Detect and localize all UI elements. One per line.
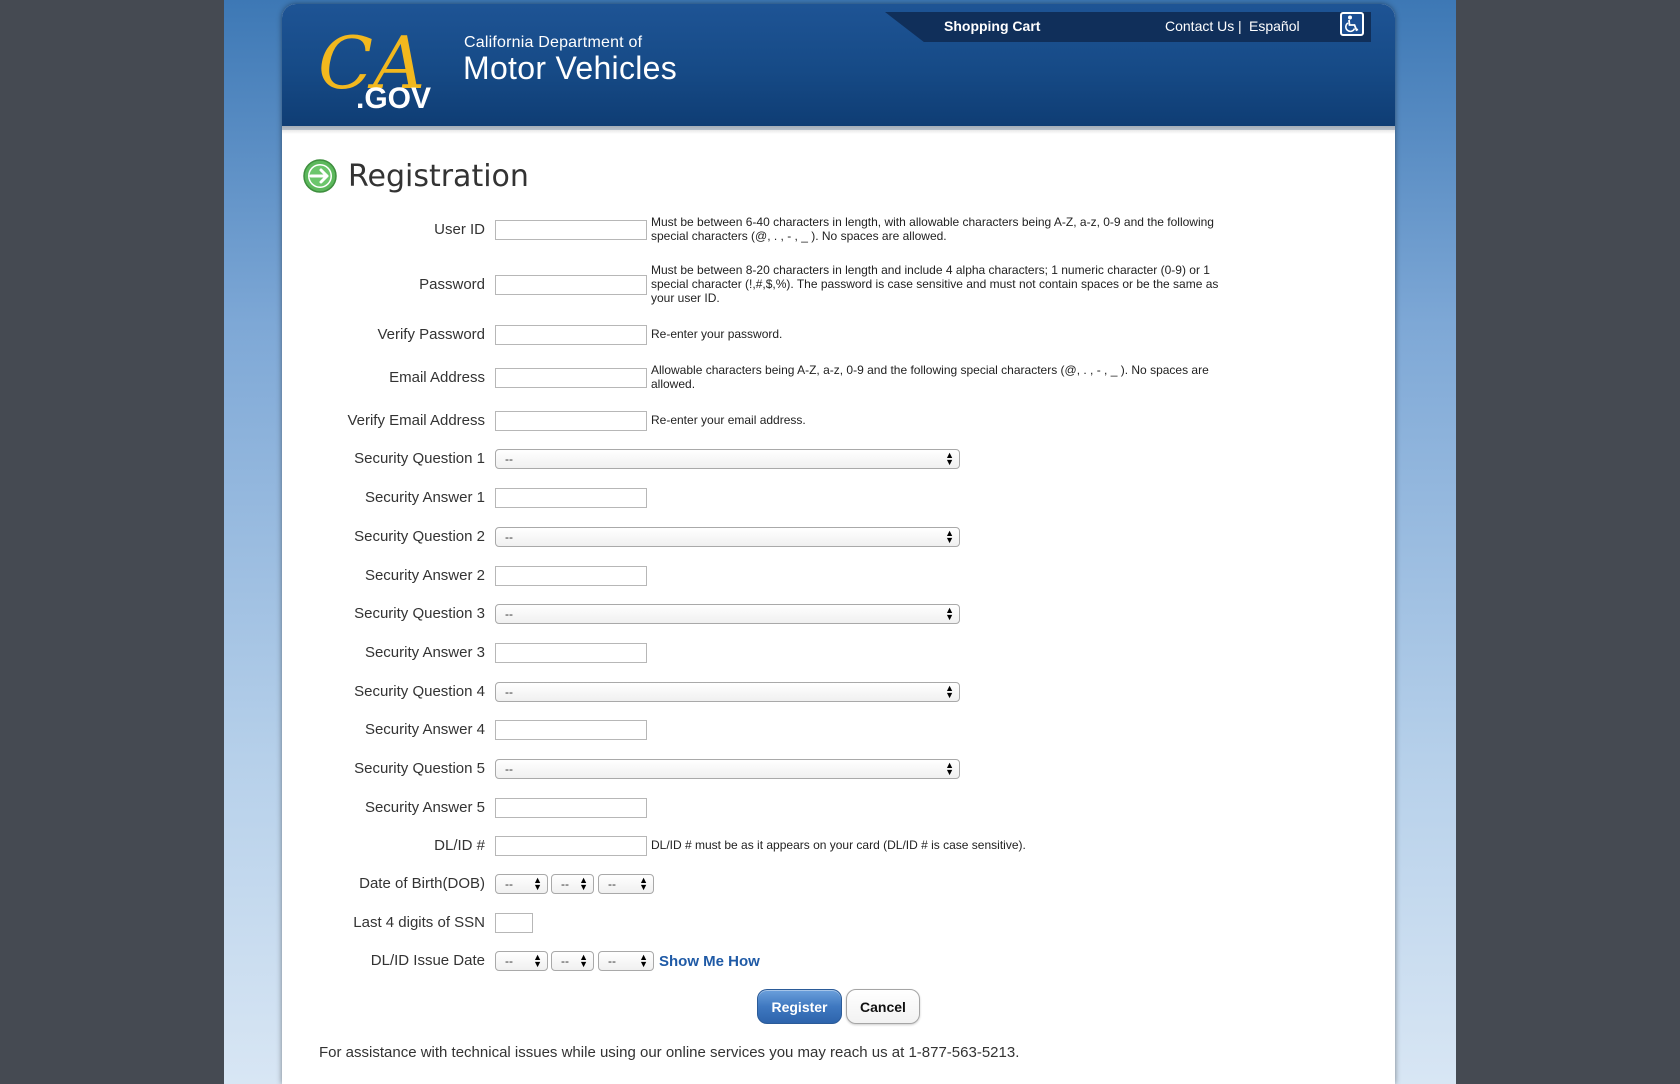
security-answer-1-label: Security Answer 1 xyxy=(364,489,485,506)
select-arrows-icon: ▲ ▼ xyxy=(533,875,542,892)
select-value: -- xyxy=(608,954,616,968)
select-arrows-icon: ▲ ▼ xyxy=(945,683,954,700)
security-question-3-label: Security Question 3 xyxy=(354,605,485,622)
select-arrows-icon: ▲ ▼ xyxy=(639,952,648,969)
security-question-3-select[interactable]: -- ▲ ▼ xyxy=(495,604,960,624)
show-me-how-link[interactable]: Show Me How xyxy=(659,953,760,970)
select-arrows-icon: ▲ ▼ xyxy=(945,605,954,622)
site-header: Shopping Cart Contact Us | Español CA .G… xyxy=(282,4,1395,134)
security-question-4-select[interactable]: -- ▲ ▼ xyxy=(495,682,960,702)
select-arrows-icon: ▲ ▼ xyxy=(579,875,588,892)
verify-password-input[interactable] xyxy=(495,325,647,345)
select-value: -- xyxy=(608,877,616,891)
page-title: Registration xyxy=(348,158,529,194)
email-hint: Allowable characters being A-Z, a-z, 0-9… xyxy=(651,363,1209,391)
page-title-row: Registration xyxy=(302,158,529,194)
email-label: Email Address xyxy=(389,369,485,386)
verify-email-hint: Re-enter your email address. xyxy=(651,413,806,427)
select-value: -- xyxy=(505,607,513,621)
assistance-text: For assistance with technical issues whi… xyxy=(319,1044,1020,1061)
shopping-cart-link[interactable]: Shopping Cart xyxy=(944,18,1040,34)
verify-email-label: Verify Email Address xyxy=(347,412,485,429)
select-arrows-icon: ▲ ▼ xyxy=(579,952,588,969)
security-answer-5-input[interactable] xyxy=(495,798,647,818)
select-value: -- xyxy=(505,877,513,891)
select-arrows-icon: ▲ ▼ xyxy=(945,450,954,467)
select-value: -- xyxy=(505,954,513,968)
green-arrow-icon xyxy=(302,158,338,194)
ca-gov-logo[interactable]: CA .GOV xyxy=(318,21,436,118)
security-answer-2-label: Security Answer 2 xyxy=(364,567,485,584)
verify-password-hint: Re-enter your password. xyxy=(651,327,783,341)
password-label: Password xyxy=(419,276,485,293)
nav-separator: | xyxy=(1238,18,1242,34)
select-value: -- xyxy=(561,954,569,968)
security-answer-3-label: Security Answer 3 xyxy=(364,644,485,661)
security-answer-1-input[interactable] xyxy=(495,488,647,508)
dob-label: Date of Birth(DOB) xyxy=(359,875,485,892)
security-answer-5-label: Security Answer 5 xyxy=(364,799,485,816)
verify-email-input[interactable] xyxy=(495,411,647,431)
security-answer-4-input[interactable] xyxy=(495,720,647,740)
dlid-input[interactable] xyxy=(495,836,647,856)
security-question-5-label: Security Question 5 xyxy=(354,760,485,777)
espanol-link[interactable]: Español xyxy=(1249,18,1300,34)
dlid-label: DL/ID # xyxy=(434,837,485,854)
select-value: -- xyxy=(505,762,513,776)
user-id-input[interactable] xyxy=(495,220,647,240)
select-arrows-icon: ▲ ▼ xyxy=(639,875,648,892)
security-answer-4-label: Security Answer 4 xyxy=(364,721,485,738)
verify-password-label: Verify Password xyxy=(377,326,485,343)
issue-date-label: DL/ID Issue Date xyxy=(370,952,485,969)
contact-us-link[interactable]: Contact Us xyxy=(1165,18,1234,34)
dob-day-select[interactable]: -- ▲ ▼ xyxy=(551,874,594,894)
security-question-5-select[interactable]: -- ▲ ▼ xyxy=(495,759,960,779)
dept-name-line2: Motor Vehicles xyxy=(463,50,678,86)
register-button[interactable]: Register xyxy=(757,989,842,1024)
security-answer-3-input[interactable] xyxy=(495,643,647,663)
security-question-1-select[interactable]: -- ▲ ▼ xyxy=(495,449,960,469)
issue-day-select[interactable]: -- ▲ ▼ xyxy=(551,951,594,971)
security-answer-2-input[interactable] xyxy=(495,566,647,586)
user-id-hint: Must be between 6-40 characters in lengt… xyxy=(651,215,1214,243)
ssn-input[interactable] xyxy=(495,913,533,933)
security-question-2-label: Security Question 2 xyxy=(354,528,485,545)
select-value: -- xyxy=(505,685,513,699)
dob-month-select[interactable]: -- ▲ ▼ xyxy=(495,874,548,894)
page-container: Shopping Cart Contact Us | Español CA .G… xyxy=(282,4,1395,1084)
user-id-label: User ID xyxy=(434,221,485,238)
issue-month-select[interactable]: -- ▲ ▼ xyxy=(495,951,548,971)
security-question-2-select[interactable]: -- ▲ ▼ xyxy=(495,527,960,547)
select-value: -- xyxy=(505,530,513,544)
security-question-4-label: Security Question 4 xyxy=(354,683,485,700)
select-value: -- xyxy=(505,452,513,466)
select-arrows-icon: ▲ ▼ xyxy=(945,760,954,777)
logo-gov-text: .GOV xyxy=(356,82,431,115)
select-arrows-icon: ▲ ▼ xyxy=(945,528,954,545)
select-arrows-icon: ▲ ▼ xyxy=(533,952,542,969)
dob-year-select[interactable]: -- ▲ ▼ xyxy=(598,874,654,894)
ssn-label: Last 4 digits of SSN xyxy=(353,914,485,931)
wheelchair-icon[interactable] xyxy=(1340,12,1364,36)
security-question-1-label: Security Question 1 xyxy=(354,450,485,467)
issue-year-select[interactable]: -- ▲ ▼ xyxy=(598,951,654,971)
password-hint: Must be between 8-20 characters in lengt… xyxy=(651,263,1219,305)
email-input[interactable] xyxy=(495,368,647,388)
cancel-button[interactable]: Cancel xyxy=(846,989,920,1024)
dlid-hint: DL/ID # must be as it appears on your ca… xyxy=(651,838,1026,852)
select-value: -- xyxy=(561,877,569,891)
password-input[interactable] xyxy=(495,275,647,295)
